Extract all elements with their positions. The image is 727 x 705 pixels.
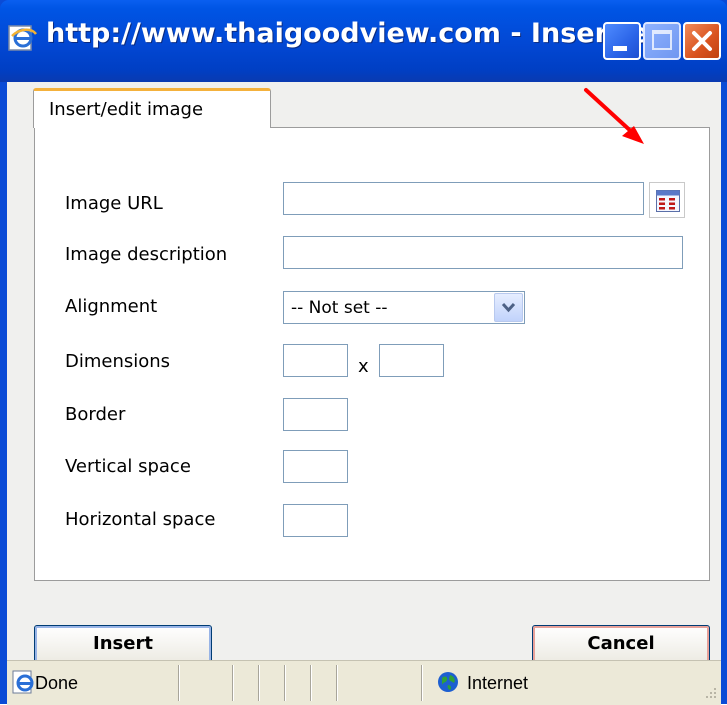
image-description-label: Image description <box>65 244 228 265</box>
red-arrow-icon <box>584 88 644 144</box>
minimize-icon <box>613 46 627 51</box>
border-label: Border <box>65 404 126 425</box>
status-separator <box>421 665 423 701</box>
status-separator <box>284 665 286 701</box>
alignment-selected-value: -- Not set -- <box>291 298 388 318</box>
chevron-down-icon <box>501 302 516 313</box>
alignment-select[interactable]: -- Not set -- <box>283 291 525 324</box>
close-button[interactable] <box>683 22 721 60</box>
close-icon <box>692 31 712 51</box>
border-input[interactable] <box>283 398 348 431</box>
status-bar: Done Internet <box>7 660 721 705</box>
tab-label: Insert/edit image <box>49 99 204 120</box>
image-url-label: Image URL <box>65 193 163 214</box>
browse-icon <box>656 190 680 212</box>
image-url-input[interactable] <box>283 182 644 215</box>
alignment-dropdown-button[interactable] <box>494 293 523 322</box>
status-separator <box>178 665 180 701</box>
ie-page-icon <box>8 25 38 51</box>
dimensions-label: Dimensions <box>65 351 171 372</box>
browse-button[interactable] <box>649 182 685 218</box>
resize-grip-icon[interactable] <box>699 683 719 703</box>
globe-icon <box>438 672 458 692</box>
image-properties-panel: Image URL Image description Alignment --… <box>34 127 710 581</box>
status-separator <box>258 665 260 701</box>
maximize-icon <box>652 30 672 50</box>
status-separator <box>310 665 312 701</box>
dialog-client-area: Insert/edit image Image URL Image descri… <box>7 82 721 704</box>
alignment-label: Alignment <box>65 296 158 317</box>
status-text: Done <box>35 673 79 693</box>
dimension-width-input[interactable] <box>283 344 348 377</box>
vertical-space-label: Vertical space <box>65 456 191 477</box>
insert-button[interactable]: Insert <box>34 625 212 664</box>
security-zone-text: Internet <box>467 673 529 693</box>
horizontal-space-label: Horizontal space <box>65 509 216 530</box>
maximize-button[interactable] <box>643 22 681 60</box>
window-title: http://www.thaigoodview.com - Insert/e..… <box>46 18 680 49</box>
dimensions-separator: x <box>358 356 369 377</box>
page-done-icon <box>12 670 34 694</box>
status-separator <box>336 665 338 701</box>
minimize-button[interactable] <box>603 22 641 60</box>
image-description-input[interactable] <box>283 236 683 269</box>
browser-dialog-window: http://www.thaigoodview.com - Insert/e..… <box>0 0 727 705</box>
dimension-height-input[interactable] <box>379 344 444 377</box>
horizontal-space-input[interactable] <box>283 504 348 537</box>
cancel-button[interactable]: Cancel <box>532 625 710 664</box>
status-separator <box>232 665 234 701</box>
vertical-space-input[interactable] <box>283 450 348 483</box>
tab-insert-edit-image[interactable]: Insert/edit image <box>33 88 271 128</box>
title-bar[interactable]: http://www.thaigoodview.com - Insert/e..… <box>0 0 727 82</box>
